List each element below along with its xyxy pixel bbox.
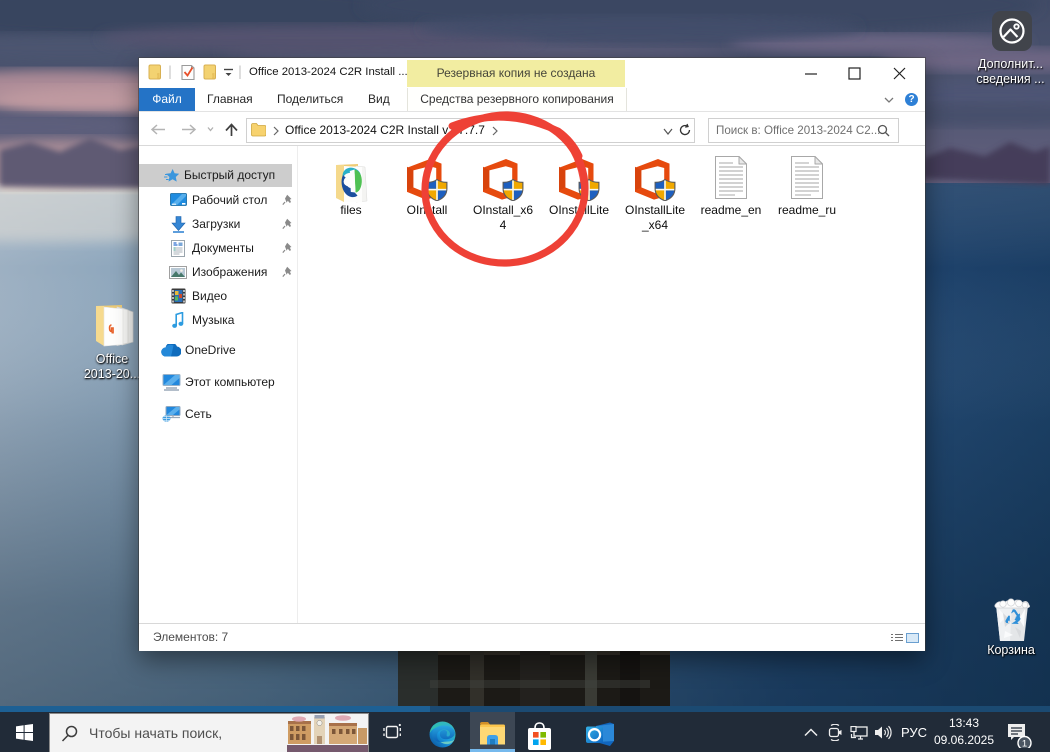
svg-text:1: 1 xyxy=(1022,739,1027,748)
